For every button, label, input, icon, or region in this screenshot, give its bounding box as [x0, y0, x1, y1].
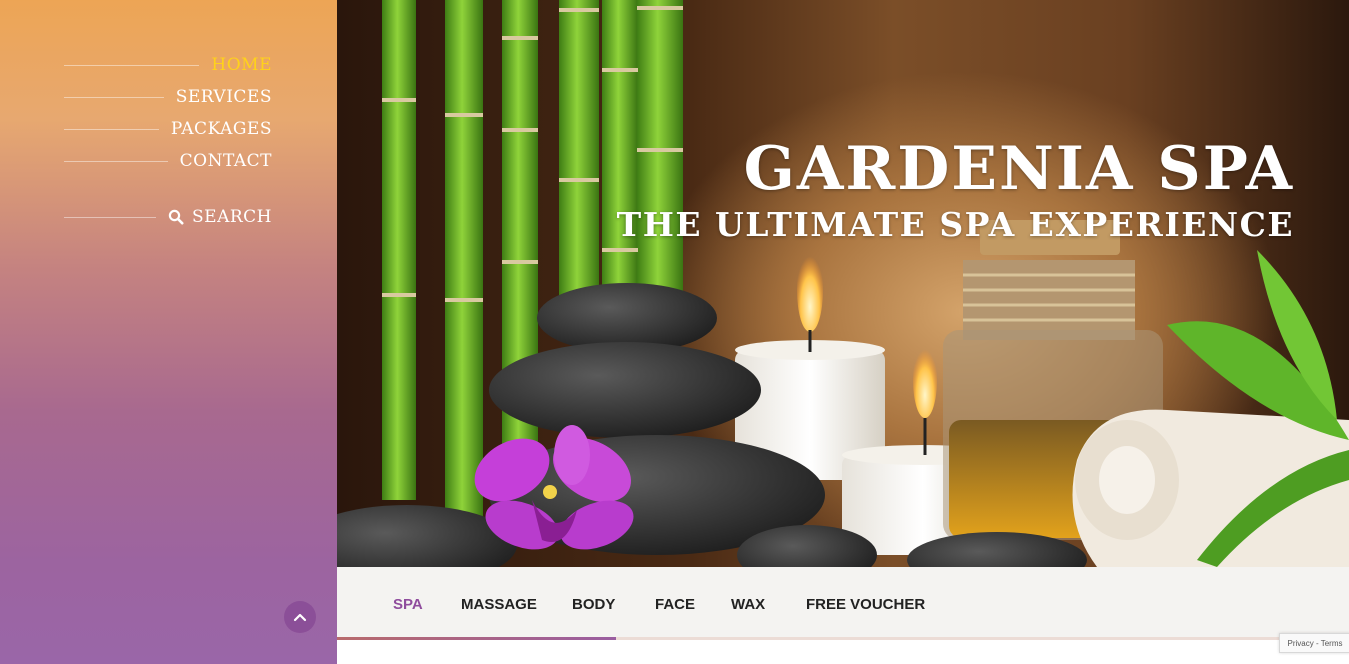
nav-contact-label: CONTACT [179, 151, 272, 171]
sidebar: HOME SERVICES PACKAGES CONTACT SEARCH [0, 0, 337, 664]
nav-services-link[interactable]: SERVICES [64, 87, 272, 107]
hero-image [337, 0, 1349, 567]
nav-divider [64, 64, 200, 66]
chevron-up-icon [293, 613, 307, 622]
nav-packages-link[interactable]: PACKAGES [64, 119, 272, 139]
category-tabs: SPA MASSAGE BODY FACE WAX FREE VOUCHER [337, 567, 1349, 640]
hero-subtitle: THE ULTIMATE SPA EXPERIENCE [616, 205, 1294, 245]
tab-face[interactable]: FACE [655, 596, 695, 613]
tab-spa[interactable]: SPA [393, 596, 423, 613]
hero-title: GARDENIA SPA [743, 134, 1294, 205]
nav-services-label: SERVICES [175, 87, 272, 107]
hero-banner: GARDENIA SPA THE ULTIMATE SPA EXPERIENCE [337, 0, 1349, 567]
tab-massage[interactable]: MASSAGE [461, 596, 537, 613]
search-button[interactable]: SEARCH [64, 207, 272, 227]
recaptcha-badge[interactable]: Privacy - Terms [1279, 633, 1349, 653]
scroll-to-top-button[interactable] [284, 601, 316, 633]
nav-packages-label: PACKAGES [170, 119, 272, 139]
tab-progress-bar [337, 637, 616, 640]
tab-wax[interactable]: WAX [731, 596, 765, 613]
nav-contact-link[interactable]: CONTACT [64, 151, 272, 171]
search-icon [168, 209, 184, 225]
search-label: SEARCH [192, 207, 272, 227]
nav-home-link[interactable]: HOME [64, 55, 272, 75]
nav-divider [64, 96, 164, 98]
nav-divider [64, 128, 159, 130]
nav-home-label: HOME [211, 55, 272, 75]
tab-body[interactable]: BODY [572, 596, 615, 613]
nav-divider [64, 160, 168, 162]
nav-divider [64, 216, 157, 218]
tab-free-voucher[interactable]: FREE VOUCHER [806, 596, 925, 613]
